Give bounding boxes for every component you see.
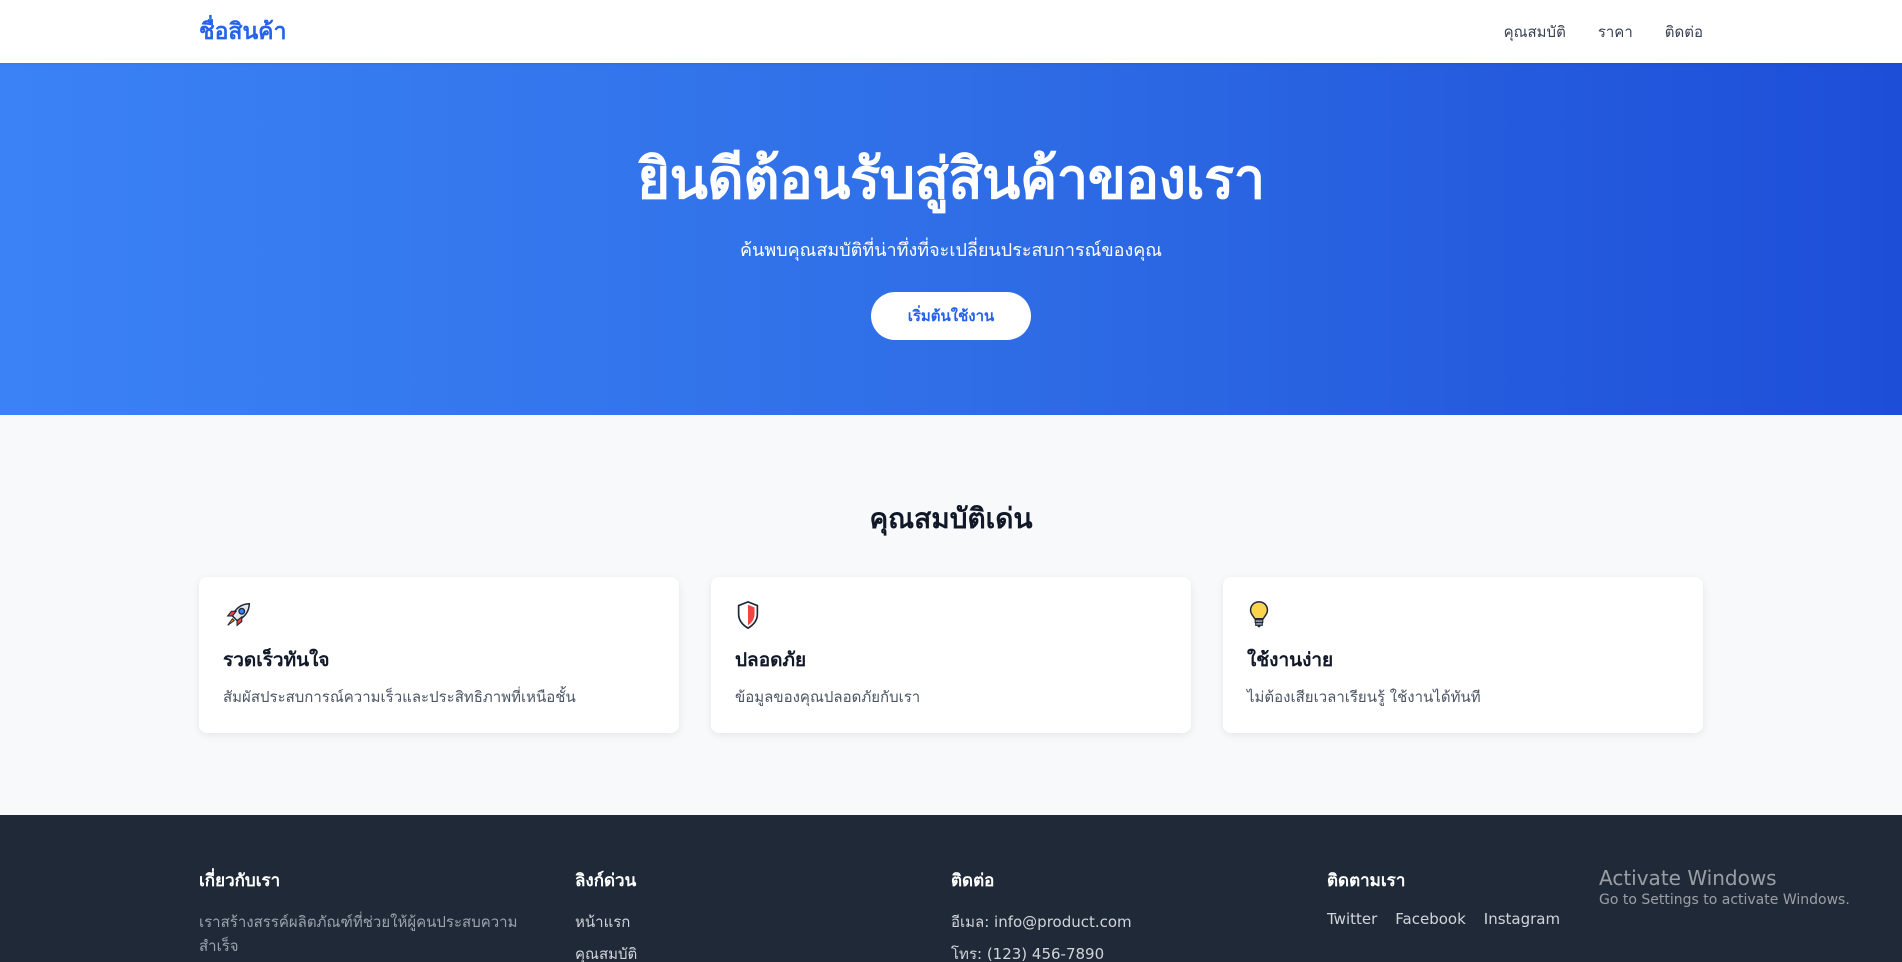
nav-link-contact[interactable]: ติดต่อ	[1665, 20, 1703, 44]
watermark-subtitle: Go to Settings to activate Windows.	[1599, 892, 1850, 908]
footer-about: เกี่ยวกับเรา เราสร้างสรรค์ผลิตภัณฑ์ที่ช่…	[199, 867, 575, 962]
footer-contact-title: ติดต่อ	[951, 871, 995, 891]
footer-contact: ติดต่อ อีเมล: info@product.com โทร: (123…	[951, 867, 1327, 962]
lightbulb-icon	[1247, 599, 1279, 631]
nav-link-pricing[interactable]: ราคา	[1598, 20, 1633, 44]
footer-quick-links-title: ลิงก์ด่วน	[575, 871, 637, 891]
shield-icon	[735, 599, 767, 631]
main-nav: คุณสมบัติ ราคา ติดต่อ	[1504, 20, 1703, 44]
footer-quick-links: ลิงก์ด่วน หน้าแรก คุณสมบัติ	[575, 867, 951, 962]
get-started-button[interactable]: เริ่มต้นใช้งาน	[871, 292, 1031, 341]
feature-title: รวดเร็วทันใจ	[223, 649, 330, 671]
hero-title: ยินดีต้อนรับสู่สินค้าของเรา	[637, 147, 1265, 212]
footer-email: อีเมล: info@product.com	[951, 913, 1132, 931]
feature-cards: รวดเร็วทันใจ สัมผัสประสบการณ์ความเร็วและ…	[199, 577, 1703, 733]
hero-subtitle: ค้นพบคุณสมบัติที่น่าทึ่งที่จะเปลี่ยนประส…	[739, 240, 1162, 262]
feature-card: รวดเร็วทันใจ สัมผัสประสบการณ์ความเร็วและ…	[199, 577, 679, 733]
features-title: คุณสมบัติเด่น	[869, 502, 1033, 535]
footer-link-features[interactable]: คุณสมบัติ	[575, 942, 951, 962]
feature-card: ปลอดภัย ข้อมูลของคุณปลอดภัยกับเรา	[711, 577, 1191, 733]
feature-title: ใช้งานง่าย	[1247, 649, 1334, 671]
feature-description: ไม่ต้องเสียเวลาเรียนรู้ ใช้งานได้ทันที	[1247, 688, 1481, 706]
instagram-link[interactable]: Instagram	[1484, 910, 1560, 928]
footer-phone: โทร: (123) 456-7890	[951, 945, 1105, 962]
footer-about-text: เราสร้างสรรค์ผลิตภัณฑ์ที่ช่วยให้ผู้คนประ…	[199, 913, 518, 955]
activate-windows-watermark: Activate Windows Go to Settings to activ…	[1599, 866, 1850, 908]
feature-description: ข้อมูลของคุณปลอดภัยกับเรา	[735, 688, 921, 706]
footer-about-title: เกี่ยวกับเรา	[199, 871, 281, 891]
feature-description: สัมผัสประสบการณ์ความเร็วและประสิทธิภาพที…	[223, 688, 576, 706]
features-section: คุณสมบัติเด่น รวดเร็วทันใจ สัมผัสประสบกา…	[0, 415, 1902, 815]
feature-card: ใช้งานง่าย ไม่ต้องเสียเวลาเรียนรู้ ใช้งา…	[1223, 577, 1703, 733]
nav-link-features[interactable]: คุณสมบัติ	[1504, 20, 1566, 44]
twitter-link[interactable]: Twitter	[1327, 910, 1377, 928]
feature-title: ปลอดภัย	[735, 649, 807, 671]
facebook-link[interactable]: Facebook	[1395, 910, 1465, 928]
brand-logo[interactable]: ชื่อสินค้า	[199, 14, 287, 50]
rocket-icon	[223, 599, 255, 631]
watermark-title: Activate Windows	[1599, 866, 1777, 890]
top-navbar: ชื่อสินค้า คุณสมบัติ ราคา ติดต่อ	[0, 0, 1902, 63]
hero-section: ยินดีต้อนรับสู่สินค้าของเรา ค้นพบคุณสมบั…	[0, 63, 1902, 415]
footer-link-home[interactable]: หน้าแรก	[575, 910, 951, 934]
